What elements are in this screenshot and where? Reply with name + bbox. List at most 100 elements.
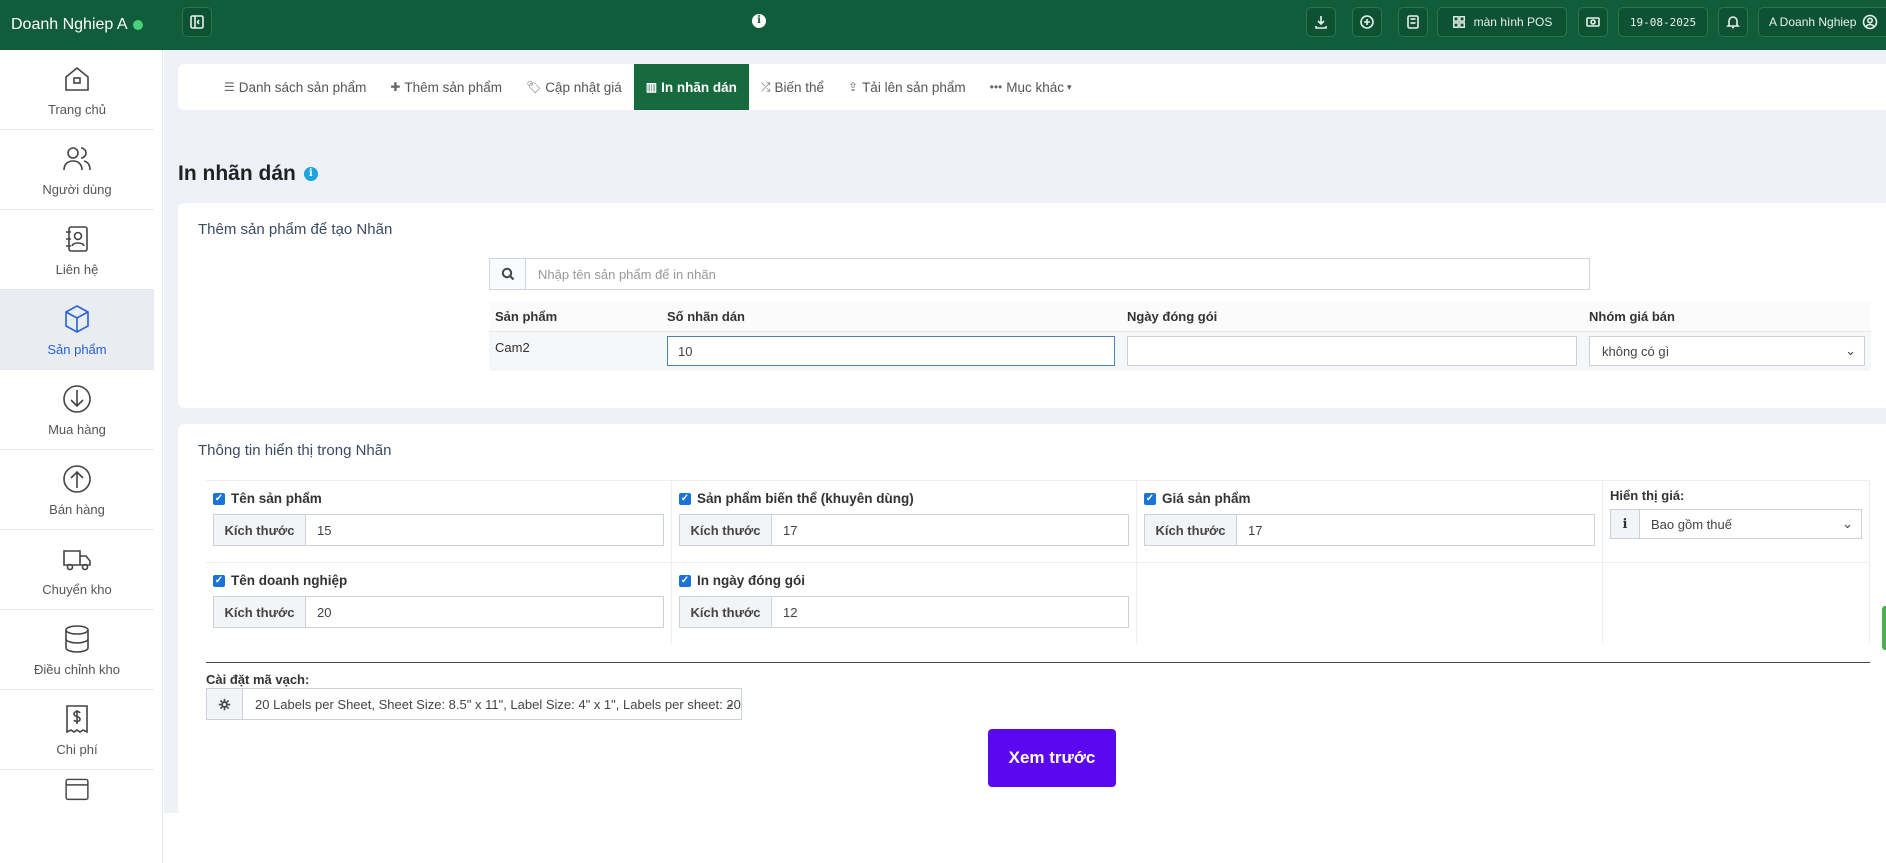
sidebar-item-label: Mua hàng — [48, 421, 106, 437]
card-title: Thêm sản phẩm để tạo Nhãn — [198, 221, 393, 238]
column-header: Số nhãn dán — [661, 302, 1121, 332]
sidebar-item-home[interactable]: Trang chủ — [0, 50, 154, 130]
sidebar-item-expenses[interactable]: Chi phí — [0, 690, 154, 770]
column-header: Nhóm giá bán — [1583, 302, 1871, 332]
variant-option: ✓ Sản phẩm biến thể (khuyên dùng) Kích th… — [672, 480, 1137, 562]
collapse-sidebar-button[interactable] — [182, 7, 212, 37]
price-group-select[interactable]: không có gì ⌄ — [1589, 336, 1865, 367]
notifications-button[interactable] — [1718, 7, 1748, 37]
tab-print-labels[interactable]: ▥ In nhãn dán — [633, 64, 749, 110]
tab-label: Cập nhật giá — [545, 79, 622, 95]
sidebar-item-stock-adjustment[interactable]: Điều chỉnh kho — [0, 610, 154, 690]
sidebar-item-stock-transfer[interactable]: Chuyển kho — [0, 530, 154, 610]
truck-icon — [63, 549, 91, 570]
gear-icon — [207, 689, 243, 719]
tab-upload-products[interactable]: ⇪ Tải lên sản phẩm — [836, 64, 978, 110]
product-tabs: ☰ Danh sách sản phẩm ✚ Thêm sản phẩm 🏷 Cập … — [178, 64, 1886, 110]
calculator-icon — [1407, 15, 1419, 29]
price-size-input[interactable]: 17 — [1237, 515, 1594, 545]
cash-button[interactable] — [1578, 7, 1608, 37]
add-button[interactable] — [1352, 7, 1382, 37]
option-label: Giá sản phẩm — [1162, 491, 1251, 506]
option-label: Tên doanh nghiệp — [231, 573, 348, 588]
option-label: Hiển thị giá: — [1610, 488, 1685, 503]
divider — [206, 662, 1870, 663]
info-icon[interactable]: i — [752, 14, 766, 28]
chevron-down-icon: ⌄ — [1842, 516, 1853, 531]
upload-icon — [63, 464, 91, 493]
user-name: A Doanh Nghiep — [1769, 15, 1857, 29]
checkbox[interactable]: ✓ — [213, 492, 225, 505]
product-search — [489, 258, 1590, 290]
empty-cell — [1603, 562, 1870, 644]
database-icon — [65, 624, 89, 653]
tag-icon: 🏷 — [525, 80, 542, 94]
contacts-icon — [66, 225, 88, 252]
size-label: Kích thước — [214, 597, 306, 627]
table-row: Cam2 không có gì ⌄ — [489, 331, 1871, 371]
box-icon — [65, 304, 89, 333]
price-option: ✓ Giá sản phẩm Kích thước 17 — [1137, 480, 1603, 562]
download-button[interactable] — [1306, 7, 1336, 37]
side-handle[interactable] — [1882, 606, 1886, 650]
column-header: Ngày đóng gói — [1121, 302, 1583, 332]
sidebar: Trang chủ Người dùng Liên hệ Sản phẩm Mu… — [0, 50, 163, 863]
checkbox[interactable]: ✓ — [213, 574, 225, 587]
pack-date-input[interactable] — [1127, 336, 1577, 367]
sidebar-item-users[interactable]: Người dùng — [0, 130, 154, 210]
pos-screen-button[interactable]: màn hình POS — [1437, 7, 1567, 37]
sidebar-item-label: Trang chủ — [47, 101, 107, 117]
sidebar-item-label: Người dùng — [42, 181, 112, 197]
barcode-settings-select[interactable]: 20 Labels per Sheet, Sheet Size: 8.5" x … — [206, 688, 742, 720]
business-name-size-input[interactable]: 20 — [306, 597, 663, 627]
info-icon[interactable]: i — [303, 167, 318, 181]
sidebar-item-sales[interactable]: Bán hàng — [0, 450, 154, 530]
money-icon — [1586, 17, 1600, 27]
sidebar-item-products[interactable]: Sản phẩm — [0, 290, 154, 370]
sidebar-item-more[interactable] — [0, 770, 154, 810]
sidebar-item-purchases[interactable]: Mua hàng — [0, 370, 154, 450]
checkbox[interactable]: ✓ — [679, 574, 691, 587]
user-menu-button[interactable]: A Doanh Nghiep — [1758, 7, 1886, 37]
show-price-select[interactable]: i Bao gồm thuế ⌄ — [1610, 509, 1862, 539]
business-name-option: ✓ Tên doanh nghiệp Kích thước 20 — [206, 562, 672, 644]
sidebar-toggle-icon — [190, 15, 204, 29]
upload-icon: ⇪ — [848, 80, 859, 94]
calculator-button[interactable] — [1398, 7, 1428, 37]
product-name-cell: Cam2 — [489, 331, 661, 371]
product-name-size-input[interactable]: 15 — [306, 515, 663, 545]
more-icon: ••• — [989, 80, 1003, 94]
size-label: Kích thước — [1145, 515, 1237, 545]
tab-update-price[interactable]: 🏷 Cập nhật giá — [514, 64, 634, 110]
tab-add-product[interactable]: ✚ Thêm sản phẩm — [378, 64, 514, 110]
page-title-text: In nhãn dán — [178, 162, 296, 185]
variant-size-input[interactable]: 17 — [772, 515, 1128, 545]
option-label: In ngày đóng gói — [697, 573, 805, 588]
barcode-settings-value: 20 Labels per Sheet, Sheet Size: 8.5" x … — [255, 696, 741, 712]
pack-date-size-input[interactable]: 12 — [772, 597, 1128, 627]
show-price-option: Hiển thị giá: i Bao gồm thuế ⌄ — [1603, 480, 1870, 562]
sidebar-item-label: Chi phí — [56, 741, 98, 757]
tab-label: Tải lên sản phẩm — [862, 79, 966, 95]
pos-screen-label: màn hình POS — [1473, 15, 1553, 29]
brand[interactable]: Doanh Nghiep A — [0, 0, 163, 50]
preview-button[interactable]: Xem trước — [988, 729, 1116, 787]
checkbox[interactable]: ✓ — [1144, 492, 1156, 505]
users-icon — [63, 146, 91, 170]
receipt-icon — [66, 704, 88, 733]
search-input[interactable] — [526, 259, 1589, 289]
size-label: Kích thước — [680, 515, 772, 545]
brand-name: Doanh Nghiep A — [11, 16, 128, 33]
shuffle-icon: ⤮ — [760, 79, 771, 94]
column-header: Sản phẩm — [489, 302, 661, 332]
sidebar-item-label: Bán hàng — [49, 501, 105, 517]
checkbox[interactable]: ✓ — [679, 492, 691, 505]
tab-more[interactable]: ••• Mục khác ▾ — [978, 64, 1084, 110]
label-count-input[interactable] — [667, 336, 1115, 367]
tab-product-list[interactable]: ☰ Danh sách sản phẩm — [212, 64, 378, 110]
chevron-down-icon: ⌄ — [1845, 343, 1856, 359]
tab-variants[interactable]: ⤮ Biến thể — [749, 64, 836, 110]
sidebar-item-contacts[interactable]: Liên hệ — [0, 210, 154, 290]
main-content: ☰ Danh sách sản phẩm ✚ Thêm sản phẩm 🏷 Cập … — [164, 50, 1886, 813]
size-label: Kích thước — [680, 597, 772, 627]
